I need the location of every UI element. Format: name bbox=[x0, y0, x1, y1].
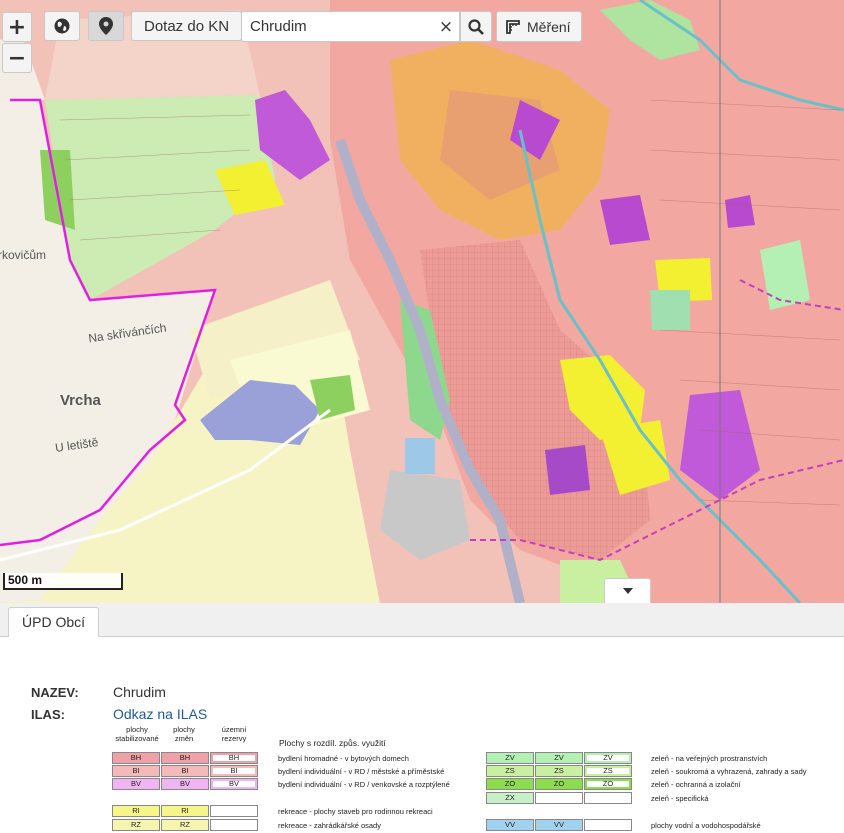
legend-swatch: ZS bbox=[584, 765, 632, 777]
legend-text: bydlení individuální - v RD / městské a … bbox=[278, 767, 445, 776]
globe-button[interactable] bbox=[44, 11, 80, 41]
legend-swatch: ZV bbox=[535, 752, 583, 764]
legend-swatch: ZS bbox=[486, 765, 534, 777]
legend-swatch: BI bbox=[161, 765, 209, 777]
scale-bar: 500 m bbox=[3, 573, 123, 590]
search-input[interactable] bbox=[242, 18, 433, 35]
legend-swatch: RZ bbox=[112, 819, 160, 831]
legend-swatch: BH bbox=[112, 752, 160, 764]
legend-swatch: BH bbox=[161, 752, 209, 764]
legend-swatch: BI bbox=[210, 765, 258, 777]
zoom-in-button[interactable]: + bbox=[2, 12, 32, 42]
legend-swatch: ZO bbox=[584, 778, 632, 790]
legend-text: zeleň - specifická bbox=[651, 794, 709, 803]
feature-info-panel: NAZEV: Chrudim ILAS: Odkaz na ILAS plochy … bbox=[0, 637, 844, 833]
map-pin-icon bbox=[99, 17, 113, 35]
legend-swatch: RI bbox=[112, 805, 160, 817]
measure-label: Měření bbox=[527, 18, 571, 35]
tab-upd-obci[interactable]: ÚPD Obcí bbox=[8, 607, 100, 638]
zoom-out-button[interactable]: − bbox=[2, 43, 32, 73]
legend-text: bydlení hromadné - v bytových domech bbox=[278, 754, 409, 763]
legend-col-header: plochy stabilizované bbox=[115, 725, 159, 743]
legend-col-header: územní rezervy bbox=[221, 725, 247, 743]
legend-col-header: plochy změn bbox=[173, 725, 195, 743]
legend-swatch: ZV bbox=[584, 752, 632, 764]
legend-swatch: BV bbox=[161, 778, 209, 790]
legend-text: plochy vodní a vodohospodářské bbox=[651, 821, 761, 830]
legend-swatch: ZO bbox=[486, 778, 534, 790]
legend-swatch: BV bbox=[112, 778, 160, 790]
legend-swatch: ZO bbox=[535, 778, 583, 790]
legend-text: bydlení individuální - v RD / venkovské … bbox=[278, 780, 450, 789]
legend-swatch bbox=[210, 819, 258, 831]
legend-text: rekreace - plochy staveb pro rodinnou re… bbox=[278, 807, 433, 816]
legend-swatch: VV bbox=[486, 819, 534, 831]
kn-query-button[interactable]: Dotaz do KN bbox=[131, 11, 243, 41]
legend-swatch: BH bbox=[210, 752, 258, 764]
legend-text: zeleň - na veřejných prostranstvích bbox=[651, 754, 768, 763]
measure-button[interactable]: Měření bbox=[496, 11, 582, 42]
legend-swatch: BI bbox=[112, 765, 160, 777]
legend-swatch bbox=[584, 819, 632, 831]
legend-swatch: ZV bbox=[486, 752, 534, 764]
legend-swatch: BV bbox=[210, 778, 258, 790]
caret-down-icon bbox=[622, 588, 633, 594]
search-button[interactable] bbox=[460, 11, 492, 42]
search-box[interactable]: × bbox=[241, 11, 460, 42]
legend-swatch bbox=[584, 792, 632, 804]
legend-text: rekreace - zahrádkářské osady bbox=[278, 821, 381, 830]
legend-swatch: ZS bbox=[535, 765, 583, 777]
location-button[interactable] bbox=[88, 11, 124, 41]
globe-icon bbox=[54, 18, 70, 34]
legend-swatch bbox=[535, 792, 583, 804]
map-place-label: Vrcha bbox=[60, 392, 101, 409]
legend-swatch: RI bbox=[161, 805, 209, 817]
search-icon bbox=[468, 18, 484, 35]
legend-swatch: RZ bbox=[161, 819, 209, 831]
ruler-icon bbox=[506, 19, 520, 34]
legend-text: zeleň - soukromá a vyhrazená, zahrady a … bbox=[651, 767, 807, 776]
legend-section-title: Plochy s rozdíl. způs. využití bbox=[279, 738, 386, 748]
land-use-map bbox=[0, 0, 844, 603]
map-place-label: rkovičům bbox=[0, 248, 47, 262]
legend-image: plochy stabilizované plochy změn územní … bbox=[0, 637, 844, 833]
bottom-tab-bar: ÚPD Obcí bbox=[0, 603, 844, 638]
clear-search-button[interactable]: × bbox=[433, 17, 459, 37]
legend-swatch: VV bbox=[535, 819, 583, 831]
legend-text: zeleň - ochranná a izolační bbox=[651, 780, 741, 789]
legend-swatch: ZX bbox=[486, 792, 534, 804]
collapse-panel-button[interactable] bbox=[604, 578, 651, 603]
map-canvas[interactable]: rkovičům Na skřivánčích Vrcha U letiště … bbox=[0, 0, 844, 603]
legend-swatch bbox=[210, 805, 258, 817]
